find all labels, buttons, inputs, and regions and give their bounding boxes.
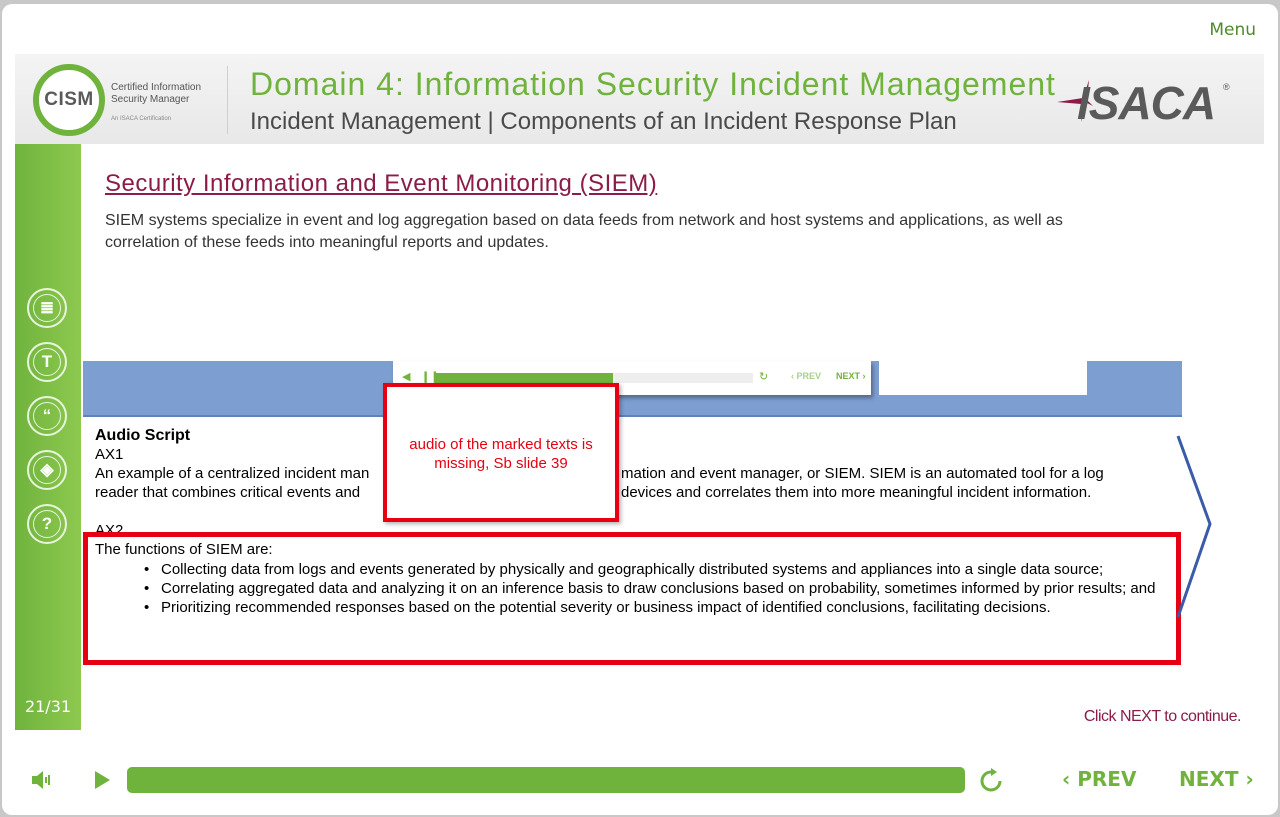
mini-progress-fill	[435, 373, 614, 383]
help-button[interactable]: ?	[27, 504, 67, 544]
click-next-hint: Click NEXT to continue.	[1083, 708, 1242, 725]
notes-icon: ≣	[33, 294, 61, 322]
help-icon: ?	[33, 510, 61, 538]
isaca-logo-text: ISACA	[1077, 77, 1216, 129]
cism-logo-tagline: An ISACA Certification	[111, 116, 172, 122]
siem-functions-title: The functions of SIEM are:	[95, 541, 273, 558]
audio-script-title: Audio Script	[95, 427, 191, 444]
chevron-right-icon: ›	[1245, 767, 1254, 791]
prev-button[interactable]: ‹ PREV	[1062, 767, 1136, 791]
ax1-line-1: An example of a centralized incident man…	[95, 465, 1104, 482]
transcript-button[interactable]: T	[27, 342, 67, 382]
slide-body-text: SIEM systems specialize in event and log…	[105, 212, 1063, 251]
domain-subtitle: Incident Management | Components of an I…	[250, 108, 957, 135]
quote-icon: “	[33, 402, 61, 430]
mini-prev-link: ‹ PREV	[791, 371, 822, 381]
cism-logo-caption: Certified Information Security Manager	[111, 82, 201, 106]
isaca-logo: ISACA ®	[1053, 72, 1233, 129]
slide-title: Security Information and Event Monitorin…	[105, 170, 658, 197]
slide-counter: 21/31	[24, 697, 72, 716]
next-label: NEXT	[1179, 767, 1239, 791]
ax1-line-2: reader that combines critical events and…	[95, 484, 1092, 501]
replay-icon[interactable]	[978, 768, 1004, 794]
course-player-window: Menu CISM Certified Information Security…	[2, 4, 1278, 815]
progress-fill	[127, 767, 965, 793]
siem-functions-list: Collecting data from logs and events gen…	[142, 560, 1172, 617]
quote-button[interactable]: “	[27, 396, 67, 436]
cism-logo: CISM	[33, 64, 105, 136]
domain-title: Domain 4: Information Security Incident …	[250, 66, 1056, 102]
mini-next-link: NEXT ›	[836, 371, 866, 381]
mini-volume-icon: ◀	[402, 371, 411, 383]
cism-logo-line2: Security Manager	[111, 94, 190, 105]
list-item: Collecting data from logs and events gen…	[142, 560, 1172, 579]
next-button[interactable]: NEXT ›	[1179, 767, 1254, 791]
review-comment-box: audio of the marked texts is missing, Sb…	[383, 383, 619, 522]
mini-replay-icon: ↻	[759, 371, 769, 383]
transcript-icon: T	[33, 348, 61, 376]
next-chevron-graphic	[1176, 435, 1212, 618]
play-icon[interactable]	[92, 769, 112, 791]
chevron-left-icon: ‹	[1062, 767, 1071, 791]
mini-progress-track	[435, 373, 753, 383]
prev-label: PREV	[1077, 767, 1137, 791]
volume-icon[interactable]	[30, 769, 54, 791]
sidebar: ≣ T “ ◈ ? 21/31	[15, 144, 81, 730]
audio-script-text: Audio Script AX1 An example of a central…	[95, 426, 1175, 502]
notes-button[interactable]: ≣	[27, 288, 67, 328]
ax1-label: AX1	[95, 446, 124, 463]
course-header: CISM Certified Information Security Mana…	[15, 54, 1264, 144]
progress-track[interactable]	[127, 767, 965, 793]
notes-panel-blank	[879, 361, 1087, 395]
menu-link[interactable]: Menu	[1209, 20, 1256, 40]
cism-logo-line1: Certified Information	[111, 82, 202, 93]
review-comment-text: audio of the marked texts is missing, Sb…	[409, 436, 593, 472]
header-divider	[227, 66, 228, 134]
layers-icon: ◈	[33, 456, 61, 484]
resources-button[interactable]: ◈	[27, 450, 67, 490]
cism-logo-text: CISM	[44, 89, 94, 110]
list-item: Prioritizing recommended responses based…	[142, 598, 1172, 617]
player-controls: ‹ PREV NEXT ›	[2, 756, 1278, 804]
list-item: Correlating aggregated data and analyzin…	[142, 579, 1172, 598]
